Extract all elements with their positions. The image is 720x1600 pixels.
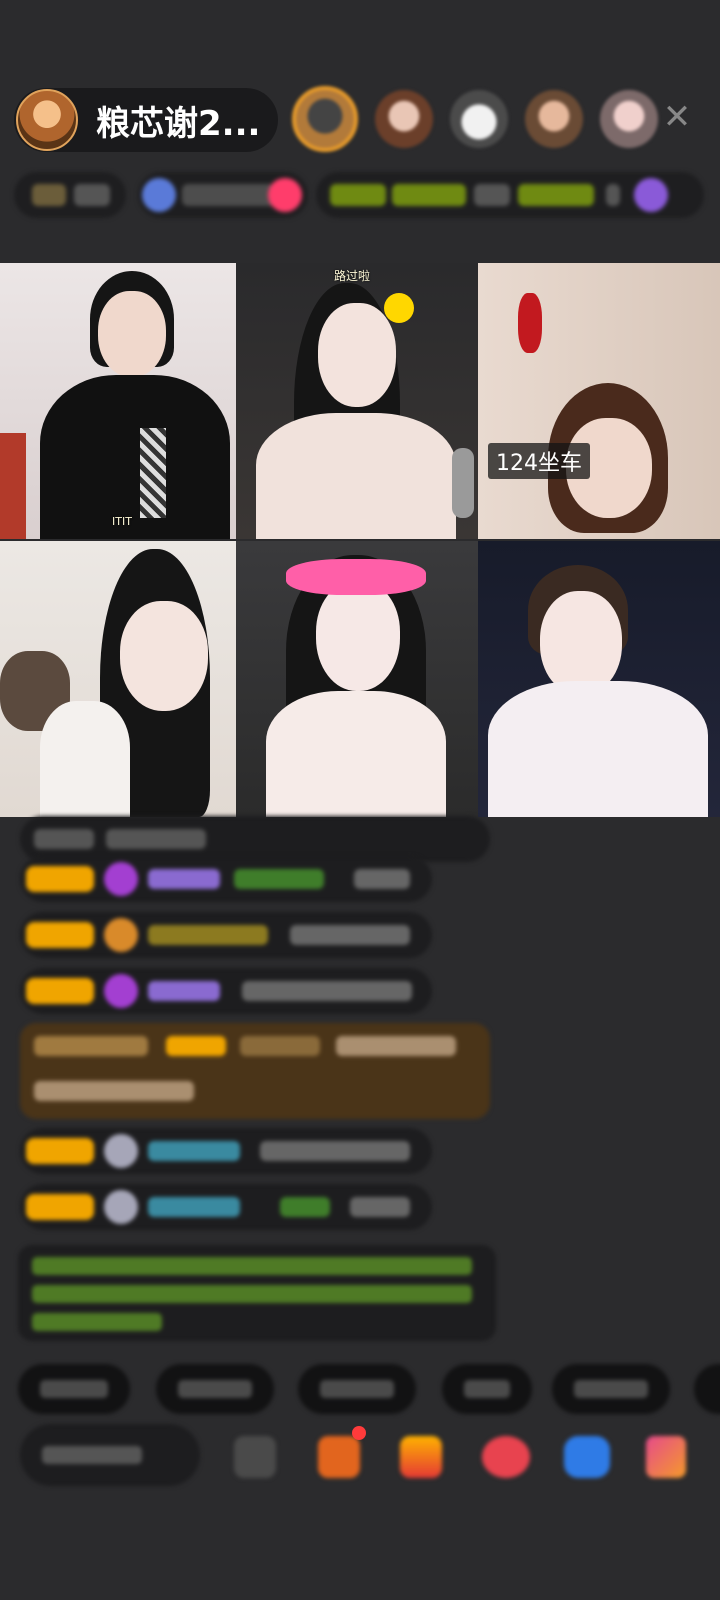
viewer-avatar-list[interactable] — [292, 86, 675, 152]
guest-video-tile[interactable] — [478, 541, 720, 817]
chat-icon[interactable] — [564, 1436, 610, 1478]
viewer-avatar[interactable] — [375, 90, 433, 148]
popularity-pill[interactable] — [138, 172, 308, 218]
quick-reply-chip[interactable] — [442, 1364, 532, 1414]
emoji-icon[interactable] — [234, 1436, 276, 1478]
chat-message[interactable] — [20, 912, 432, 958]
chat-message[interactable] — [20, 1128, 432, 1174]
guest-figure — [478, 541, 720, 817]
tile-caption: ITIT — [112, 515, 132, 528]
system-notice — [18, 1245, 496, 1341]
grid-menu-icon[interactable] — [646, 1436, 686, 1478]
chat-message[interactable] — [20, 968, 432, 1014]
shop-icon[interactable] — [482, 1436, 530, 1478]
viewer-avatar[interactable] — [450, 90, 508, 148]
quick-reply-chip[interactable] — [18, 1364, 130, 1414]
quick-reply-chip[interactable] — [298, 1364, 416, 1414]
guest-video-tile[interactable] — [236, 541, 478, 817]
multi-guest-video-grid: ITIT 路过啦 124坐车 — [0, 263, 720, 817]
seat-label: 124坐车 — [488, 443, 590, 479]
guest-figure — [0, 541, 236, 817]
rank-pill[interactable] — [14, 172, 126, 218]
viewer-avatar[interactable] — [600, 90, 658, 148]
guest-figure — [0, 263, 236, 539]
quick-reply-chip[interactable] — [552, 1364, 670, 1414]
chat-message[interactable] — [20, 856, 432, 902]
room-badge-row — [14, 172, 704, 218]
guest-video-tile[interactable]: 124坐车 — [478, 263, 720, 539]
gift-box-icon[interactable] — [318, 1436, 360, 1478]
guest-figure — [236, 541, 478, 817]
host-name: 粮芯谢2... — [96, 103, 261, 144]
viewer-avatar[interactable] — [525, 90, 583, 148]
quick-reply-chip[interactable] — [694, 1364, 720, 1414]
guest-figure — [236, 263, 478, 539]
guest-video-tile[interactable] — [0, 541, 236, 817]
red-packet-icon[interactable] — [400, 1436, 442, 1478]
guest-video-tile[interactable]: 路过啦 — [236, 263, 478, 539]
quick-reply-chip[interactable] — [156, 1364, 274, 1414]
host-info-card[interactable]: 粮芯谢2... — [14, 88, 278, 152]
fan-club-pill[interactable] — [316, 172, 704, 218]
notification-dot — [352, 1426, 366, 1440]
chat-message[interactable] — [20, 1184, 432, 1230]
guest-figure — [478, 263, 720, 539]
bottom-toolbar — [0, 1422, 720, 1502]
gift-message[interactable] — [20, 1023, 490, 1119]
close-icon[interactable]: ✕ — [660, 100, 694, 134]
viewer-avatar[interactable] — [292, 86, 358, 152]
host-avatar[interactable] — [16, 89, 78, 151]
tile-caption: 路过啦 — [334, 269, 371, 283]
comment-input[interactable] — [20, 1424, 200, 1486]
guest-video-tile[interactable]: ITIT — [0, 263, 236, 539]
